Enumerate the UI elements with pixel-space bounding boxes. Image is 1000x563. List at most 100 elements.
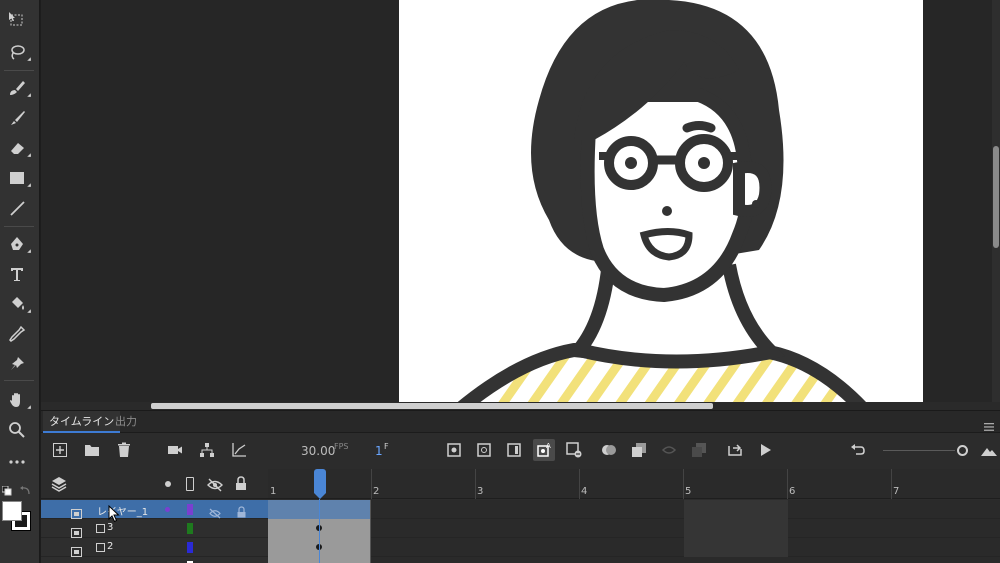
layer-color-swatch[interactable]	[187, 504, 193, 515]
playhead-line	[319, 499, 320, 563]
frame-number: 4	[581, 486, 588, 497]
new-layer-icon[interactable]	[49, 439, 71, 461]
layer-name[interactable]: 2	[107, 541, 113, 552]
more-tools-icon[interactable]	[4, 450, 30, 474]
zoom-tool-icon[interactable]	[4, 418, 30, 442]
layer-parenting-icon[interactable]	[196, 439, 218, 461]
free-transform-tool-icon[interactable]	[4, 8, 30, 32]
panel-menu-icon[interactable]	[984, 417, 994, 431]
eraser-tool-icon[interactable]	[4, 136, 31, 160]
swap-colors-icon[interactable]	[20, 481, 32, 495]
fps-unit-label: FPS	[334, 442, 349, 451]
layer-color-swatch[interactable]	[187, 523, 193, 534]
pasteboard	[41, 0, 1000, 404]
new-folder-icon[interactable]	[81, 439, 103, 461]
eyedropper-tool-icon[interactable]	[4, 322, 30, 346]
layer-type-icon	[71, 504, 82, 519]
layer-type-icon	[71, 523, 82, 538]
pin-tool-icon[interactable]	[4, 352, 30, 376]
zoom-slider-knob[interactable]	[957, 445, 968, 456]
character-illustration	[455, 0, 868, 404]
layer-name[interactable]: レイヤー_1	[97, 503, 148, 518]
highlight-dot-icon[interactable]	[165, 481, 171, 487]
layers-stack-icon[interactable]	[51, 476, 67, 492]
auto-keyframe-icon[interactable]: A	[533, 439, 555, 461]
layer-row[interactable]: 2	[41, 538, 268, 557]
outline-icon[interactable]	[186, 477, 194, 491]
layer-row[interactable]	[41, 557, 268, 563]
rectangle-tool-icon[interactable]	[4, 166, 31, 190]
camera-icon[interactable]	[164, 439, 186, 461]
pen-tool-icon[interactable]	[4, 232, 31, 256]
insert-frame-icon[interactable]	[503, 439, 525, 461]
frame-unit-label: F	[384, 442, 389, 451]
paint-brush-tool-icon[interactable]	[4, 76, 31, 100]
delete-layer-icon[interactable]	[113, 439, 135, 461]
play-icon[interactable]	[754, 439, 776, 461]
graph-editor-icon[interactable]	[228, 439, 250, 461]
mountains-icon[interactable]	[978, 439, 1000, 461]
brush-tool-icon[interactable]	[4, 106, 30, 130]
tab-output[interactable]: 出力	[109, 411, 143, 433]
edit-multiple-frames-icon[interactable]	[628, 439, 650, 461]
current-frame-value[interactable]: 1	[375, 444, 383, 458]
text-tool-icon[interactable]	[4, 262, 30, 286]
layer-color-swatch[interactable]	[187, 542, 193, 553]
layer-name[interactable]: 3	[107, 522, 113, 533]
sync-symbols-icon	[688, 439, 710, 461]
mouse-cursor-icon	[108, 504, 120, 523]
lasso-tool-icon[interactable]	[4, 40, 31, 64]
onion-skin-icon[interactable]	[598, 439, 620, 461]
frames-row[interactable]	[268, 500, 1000, 519]
zoom-slider-track[interactable]	[883, 450, 955, 451]
layer-row[interactable]: 3	[41, 519, 268, 538]
horizontal-scrollbar-thumb[interactable]	[151, 403, 713, 409]
symbol-icon	[96, 543, 105, 552]
undo-icon[interactable]	[847, 439, 869, 461]
frame-number: 6	[789, 486, 796, 497]
layer-highlight-dot[interactable]	[165, 507, 170, 512]
frame-number: 5	[685, 486, 692, 497]
frames-row[interactable]	[268, 557, 1000, 563]
layer-header	[41, 469, 268, 499]
hide-all-icon[interactable]	[207, 477, 223, 492]
frame-block[interactable]	[684, 519, 788, 538]
layer-type-icon	[71, 542, 82, 557]
svg-text:A: A	[546, 442, 551, 450]
stage-canvas[interactable]	[399, 0, 923, 404]
line-tool-icon[interactable]	[4, 196, 30, 220]
timeline-toolbar: 30.00 FPS 1 F A	[41, 433, 1000, 469]
frame-block[interactable]	[684, 538, 788, 557]
lock-icon[interactable]	[237, 503, 246, 518]
onion-skin-outline-icon	[658, 439, 680, 461]
timeline-panel: タイムライン 出力 30.00 FPS 1 F A 1 2 3 4 5 6 7 …	[41, 410, 1000, 563]
lock-all-icon[interactable]	[235, 476, 247, 491]
frame-number: 7	[893, 486, 900, 497]
fill-color-swatch[interactable]	[2, 501, 22, 521]
frame-block[interactable]	[684, 500, 788, 519]
frame-ruler[interactable]: 1 2 3 4 5 6 7	[268, 469, 1000, 499]
default-colors-icon[interactable]	[1, 481, 12, 496]
clear-keyframe-icon[interactable]	[563, 439, 585, 461]
fps-value[interactable]: 30.00	[301, 444, 335, 458]
tools-panel	[0, 0, 40, 563]
frames-row[interactable]	[268, 519, 1000, 538]
hand-tool-icon[interactable]	[4, 388, 31, 412]
frame-number: 2	[373, 486, 380, 497]
animate-app: タイムライン 出力 30.00 FPS 1 F A 1 2 3 4 5 6 7 …	[0, 0, 1000, 563]
playhead[interactable]	[314, 469, 326, 499]
loop-icon[interactable]	[724, 439, 746, 461]
visibility-icon[interactable]	[209, 504, 221, 519]
vertical-scrollbar-thumb[interactable]	[993, 146, 999, 248]
paint-bucket-tool-icon[interactable]	[4, 292, 31, 316]
frame-number: 1	[270, 486, 277, 497]
horizontal-scrollbar[interactable]	[41, 402, 1000, 410]
insert-blank-keyframe-icon[interactable]	[473, 439, 495, 461]
symbol-icon	[96, 524, 105, 533]
vertical-scrollbar[interactable]	[992, 0, 1000, 404]
frames-row[interactable]	[268, 538, 1000, 557]
insert-keyframe-icon[interactable]	[443, 439, 465, 461]
layer-row[interactable]: レイヤー_1	[41, 500, 268, 519]
frame-number: 3	[477, 486, 484, 497]
panel-tabs: タイムライン 出力	[41, 411, 1000, 433]
